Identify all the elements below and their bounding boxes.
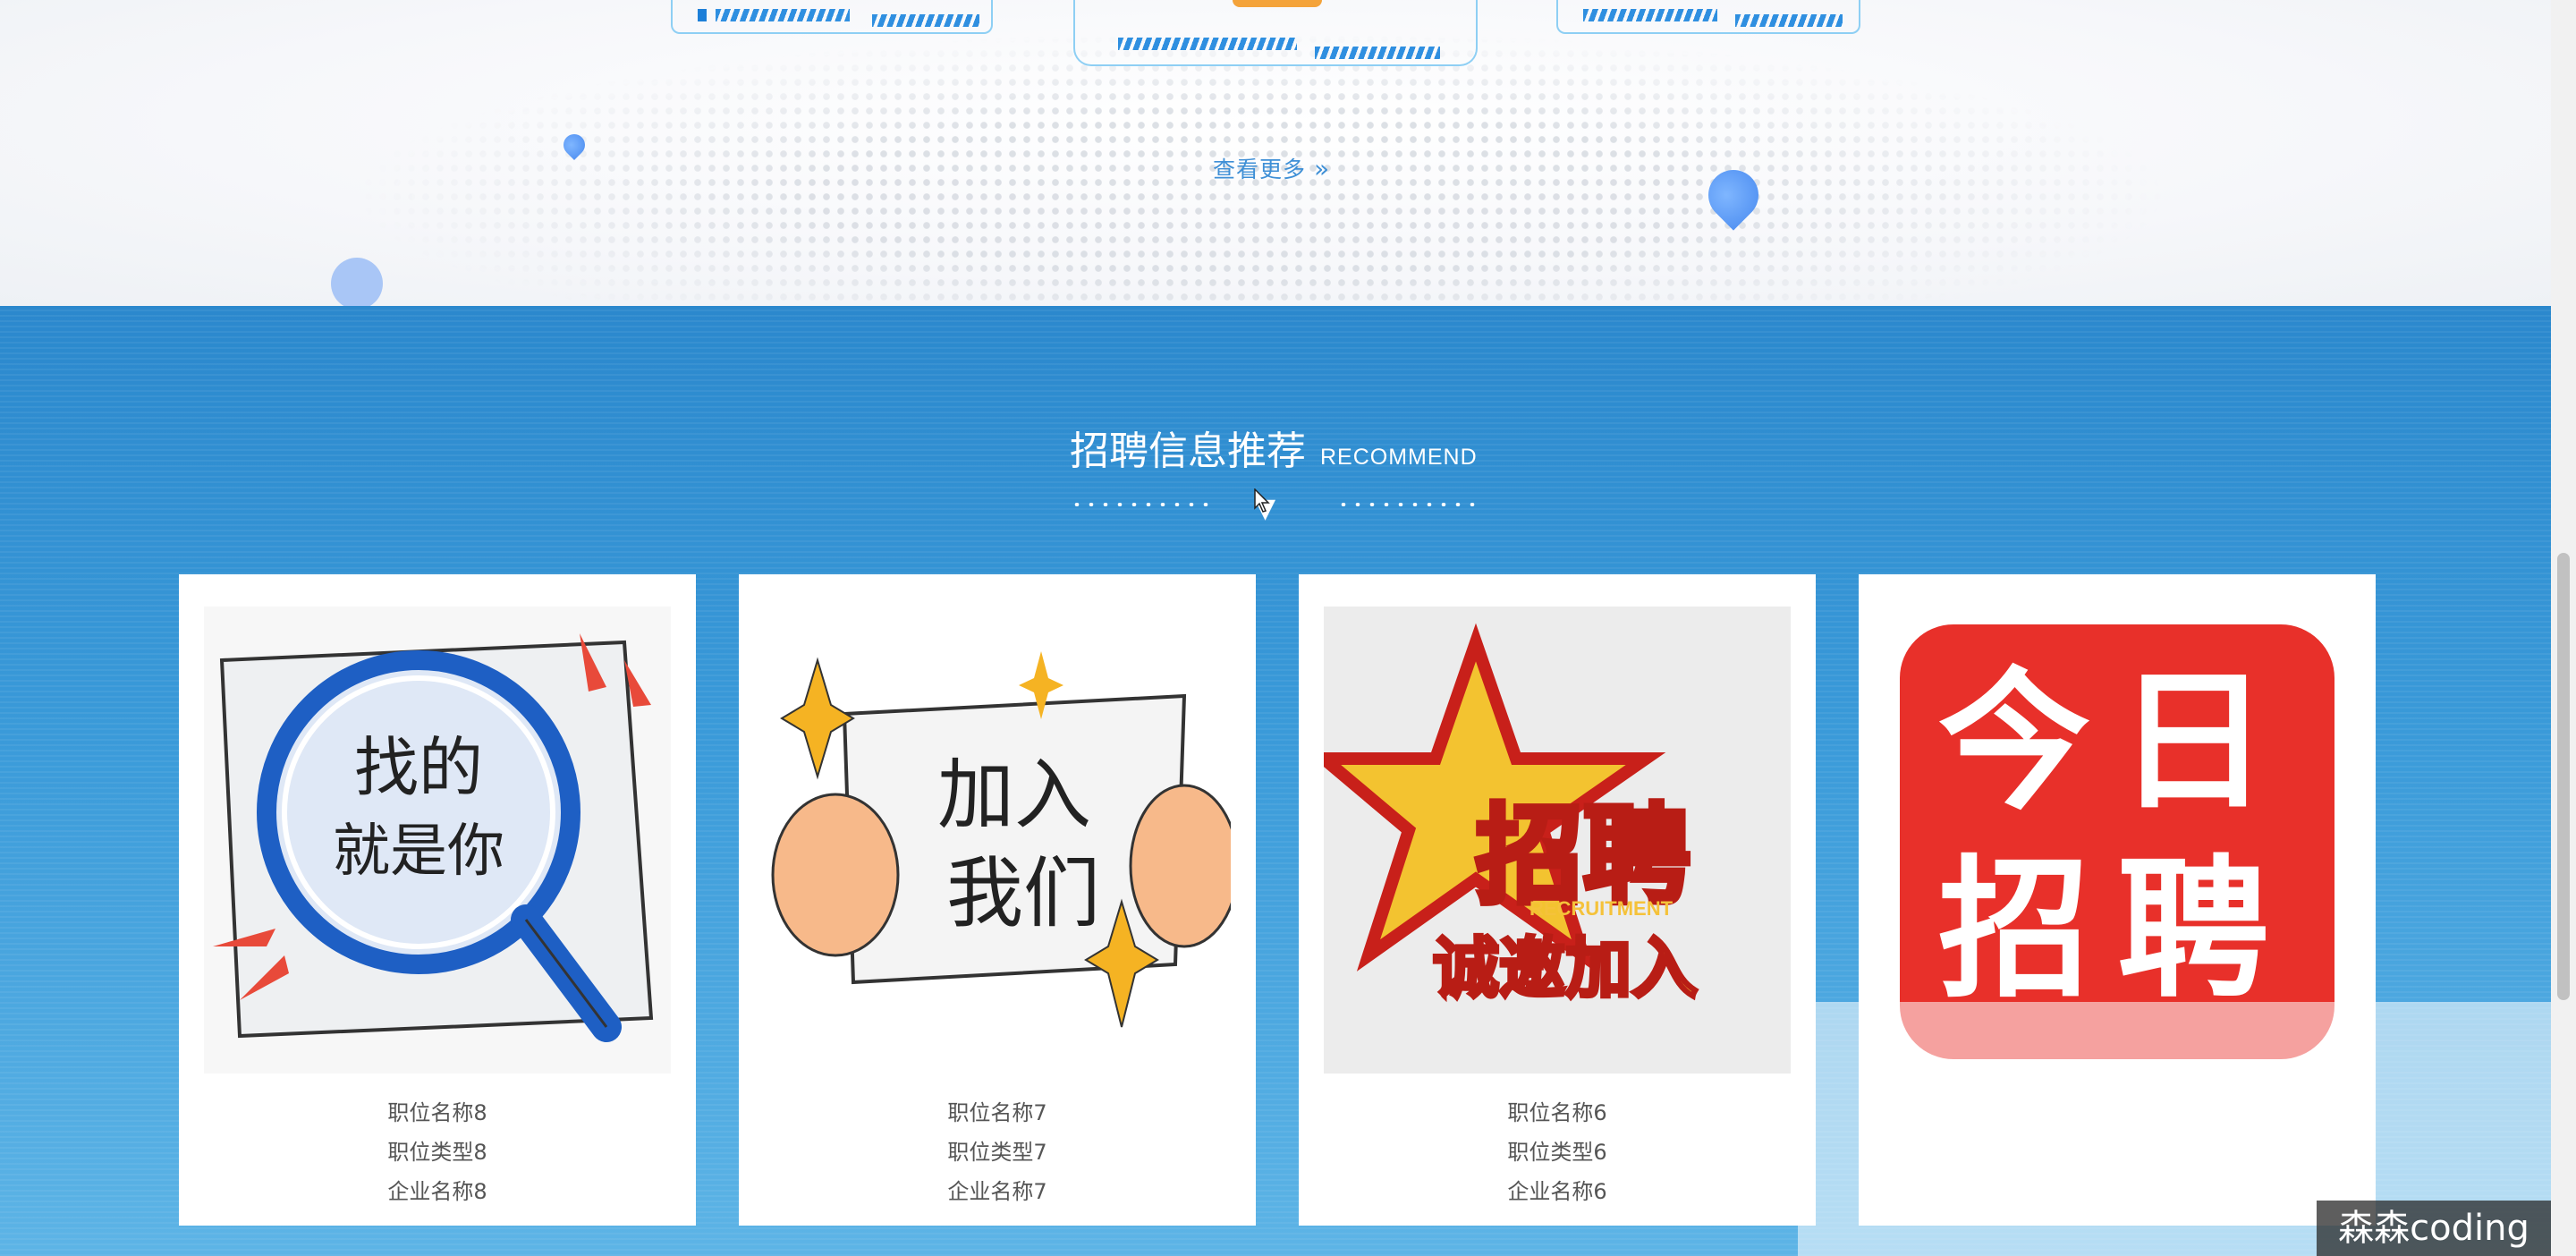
view-more-link[interactable]: 查看更多 » — [1213, 152, 1330, 184]
company-name: 企业名称7 — [947, 1179, 1047, 1204]
company-name: 企业名称8 — [387, 1179, 487, 1204]
recruit-card[interactable]: 找的 就是你 职位名称8 职位类型8 企业名称8 — [179, 574, 696, 1226]
recruit-card[interactable]: 招聘 RECRUITMENT 诚邀加入 职位名称6 职位类型6 企业名称6 — [1299, 574, 1816, 1226]
hud-frame-left — [671, 0, 993, 34]
card-art-text: 今日 — [1938, 654, 2296, 831]
card-art-text: 就是你 — [333, 819, 504, 885]
position-name: 职位名称6 — [1507, 1100, 1607, 1125]
hud-frame-right — [1556, 0, 1860, 34]
page: 查看更多 » 招聘信息推荐 RECOMMEND ▼ — [0, 0, 2551, 1256]
card-image-recruitment-star: 招聘 RECRUITMENT 诚邀加入 — [1306, 607, 1791, 1074]
card-image-looking-for-you: 找的 就是你 — [204, 607, 671, 1074]
previous-section: 查看更多 » — [0, 0, 2551, 306]
decor-bubble — [331, 258, 383, 306]
position-name: 职位名称7 — [947, 1100, 1047, 1125]
card-art-text: RECRUITMENT — [1530, 897, 1674, 920]
page-scrollbar[interactable] — [2551, 0, 2576, 1256]
card-art-text: 我们 — [946, 849, 1100, 938]
double-chevron-right-icon: » — [1313, 154, 1331, 183]
card-art-text: 找的 — [354, 730, 483, 805]
mouse-cursor-icon — [1254, 488, 1270, 513]
position-type: 职位类型7 — [947, 1140, 1047, 1165]
card-image-join-us: 加入 我们 — [764, 607, 1240, 1074]
hud-frame-center — [1073, 0, 1478, 66]
watermark: 森森coding — [2317, 1201, 2551, 1256]
position-name: 职位名称8 — [387, 1100, 487, 1125]
scrollbar-thumb[interactable] — [2557, 553, 2570, 1000]
view-more-label: 查看更多 — [1213, 157, 1307, 182]
card-art-text: 招聘 — [1938, 842, 2296, 1019]
company-name: 企业名称6 — [1507, 1179, 1607, 1204]
position-type: 职位类型8 — [387, 1140, 487, 1165]
card-art-text: 诚邀加入 — [1433, 930, 1698, 1007]
recruit-card[interactable]: 加入 我们 职位名称7 职位类型7 企业名称7 — [739, 574, 1256, 1226]
card-art-text: 加入 — [937, 751, 1091, 840]
position-type: 职位类型6 — [1507, 1140, 1607, 1165]
